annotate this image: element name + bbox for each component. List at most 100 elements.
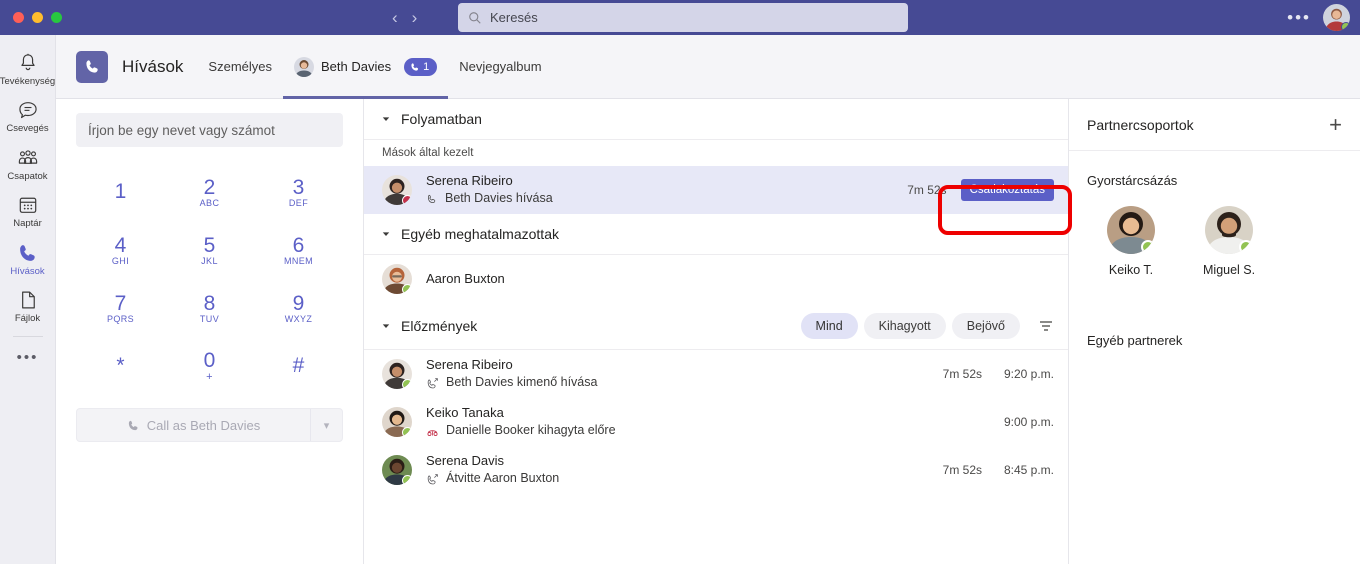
call-as-button[interactable]: Call as Beth Davies ▾ (76, 408, 343, 442)
more-options-button[interactable]: ••• (1287, 9, 1311, 26)
caller-name: Serena Davis (426, 453, 505, 469)
chevron-down-icon[interactable] (382, 322, 390, 330)
presence-badge-busy (402, 195, 412, 205)
presence-badge (1341, 22, 1350, 31)
search-input[interactable]: Keresés (490, 10, 538, 25)
tab-personal[interactable]: Személyes (197, 35, 283, 99)
key-digit: 1 (114, 180, 127, 203)
history-row[interactable]: Keiko Tanaka Danielle Booker kihagyta el… (364, 398, 1068, 446)
sidebar-item-calendar[interactable]: Naptár (0, 187, 56, 234)
people-icon (18, 150, 37, 164)
key-digit: 7 (114, 291, 127, 315)
call-detail: Beth Davies kimenő hívása (426, 375, 597, 391)
history-row-text: Serena Davis Átvitte Aaron Buxton (426, 453, 559, 487)
filter-all-button[interactable]: Mind (800, 313, 858, 339)
presence-badge-available (402, 427, 412, 437)
dialpad-key-7[interactable]: 7 PQRS (76, 279, 165, 337)
section-in-progress[interactable]: Folyamatban (364, 99, 1068, 139)
avatar[interactable] (1323, 4, 1350, 31)
call-as-button-label: Call as Beth Davies (146, 417, 261, 433)
close-window-button[interactable] (13, 12, 24, 23)
key-digit: # (292, 354, 305, 377)
delegate-row[interactable]: Aaron Buxton (364, 255, 1068, 303)
sidebar-item-files[interactable]: Fájlok (0, 282, 56, 329)
phone-icon (128, 420, 138, 430)
sidebar-item-activity[interactable]: Tevékenység (0, 45, 56, 92)
navigation-arrows[interactable]: ‹ › (392, 0, 417, 35)
call-duration: 7m 52s (907, 183, 947, 197)
contact-card[interactable]: Keiko T. (1107, 206, 1155, 277)
active-call-row[interactable]: Serena Ribeiro Beth Davies hívása 7m 52s… (364, 166, 1068, 214)
key-letters: ABC (199, 197, 220, 208)
filter-incoming-button[interactable]: Bejövő (951, 313, 1020, 339)
join-call-button[interactable]: Csatlakoztatás (960, 179, 1054, 201)
call-time: 9:20 p.m. (1003, 367, 1054, 381)
dialpad-key-9[interactable]: 9 WXYZ (254, 279, 343, 337)
section-title: Egyéb meghatalmazottak (401, 226, 559, 242)
minimize-window-button[interactable] (32, 12, 43, 23)
sidebar-item-label: Tevékenység (0, 76, 56, 87)
app-rail: Tevékenység Csevegés Csapatok Naptár Hív… (0, 35, 56, 564)
dialpad-placeholder: Írjon be egy nevet vagy számot (88, 122, 275, 138)
dialpad-key-1[interactable]: 1 (76, 163, 165, 221)
file-icon (21, 291, 35, 309)
tab-bar: Személyes Beth Davies 1 Nevjegyalbum (197, 35, 552, 99)
filter-icon[interactable] (1038, 318, 1054, 334)
sidebar-item-calls[interactable]: Hívások (0, 235, 56, 282)
dialpad-key-8[interactable]: 8 TUV (165, 279, 254, 337)
panel-title: Partnercsoportok (1087, 116, 1194, 133)
chevron-down-icon[interactable]: ▾ (310, 409, 342, 441)
title-bar: ‹ › Keresés ••• (0, 0, 1360, 35)
history-row-meta: 9:00 p.m. (982, 415, 1054, 429)
forward-icon[interactable]: › (412, 9, 418, 26)
sidebar-item-label: Naptár (13, 218, 42, 230)
history-filters: Mind Kihagyott Bejövő (800, 313, 1054, 339)
filter-missed-button[interactable]: Kihagyott (863, 313, 946, 339)
contact-card[interactable]: Miguel S. (1203, 206, 1255, 277)
dialpad-key-5[interactable]: 5 JKL (165, 221, 254, 279)
search-icon (469, 11, 481, 24)
presence-badge-available (402, 379, 412, 389)
key-digit: 2 (203, 175, 216, 199)
dialpad-key-4[interactable]: 4 GHI (76, 221, 165, 279)
key-letters: MNEM (283, 255, 314, 266)
key-digit: 9 (292, 291, 305, 315)
sidebar-item-chat[interactable]: Csevegés (0, 92, 56, 139)
tab-contacts[interactable]: Nevjegyalbum (448, 35, 552, 99)
speed-dial-contacts: Keiko T. Miguel S. (1069, 188, 1360, 277)
search-bar[interactable]: Keresés (458, 3, 908, 32)
dialpad-input[interactable]: Írjon be egy nevet vagy számot (76, 113, 343, 147)
call-time: 9:00 p.m. (1003, 415, 1054, 429)
caller-name: Serena Ribeiro (426, 173, 513, 189)
tab-label: Nevjegyalbum (459, 59, 542, 74)
contact-groups-header: Partnercsoportok + (1069, 99, 1360, 151)
key-letters: PQRS (106, 313, 135, 324)
dialpad-key-2[interactable]: 2 ABC (165, 163, 254, 221)
dialpad-key-star[interactable]: * (76, 337, 165, 395)
plus-icon[interactable]: + (1329, 113, 1342, 136)
rail-more-button[interactable]: ••• (17, 339, 39, 376)
tab-beth-davies[interactable]: Beth Davies 1 (283, 35, 449, 99)
phone-icon (19, 244, 35, 261)
caller-name: Serena Ribeiro (426, 357, 513, 373)
dialpad-key-3[interactable]: 3 DEF (254, 163, 343, 221)
sidebar-item-teams[interactable]: Csapatok (0, 140, 56, 187)
window-controls[interactable] (13, 12, 62, 23)
history-row[interactable]: Serena Ribeiro Beth Davies kimenő hívása… (364, 350, 1068, 398)
back-icon[interactable]: ‹ (392, 9, 398, 26)
maximize-window-button[interactable] (51, 12, 62, 23)
call-as-button-main[interactable]: Call as Beth Davies (77, 418, 310, 433)
history-row-meta: 7m 52s 9:20 p.m. (943, 367, 1054, 381)
call-detail-text: Átvitte Aaron Buxton (446, 471, 560, 486)
section-other-delegates[interactable]: Egyéb meghatalmazottak (364, 214, 1068, 254)
key-letters: JKL (201, 255, 218, 266)
dialpad-key-6[interactable]: 6 MNEM (254, 221, 343, 279)
rail-divider (12, 335, 43, 337)
phone-icon (411, 62, 419, 71)
presence-badge-available (1239, 240, 1254, 254)
dialpad-key-0[interactable]: 0 + (165, 337, 254, 395)
dialpad-key-hash[interactable]: # (254, 337, 343, 395)
key-letters: + (206, 370, 213, 383)
delegate-name: Aaron Buxton (426, 270, 505, 286)
history-row[interactable]: Serena Davis Átvitte Aaron Buxton 7m 52s… (364, 446, 1068, 494)
